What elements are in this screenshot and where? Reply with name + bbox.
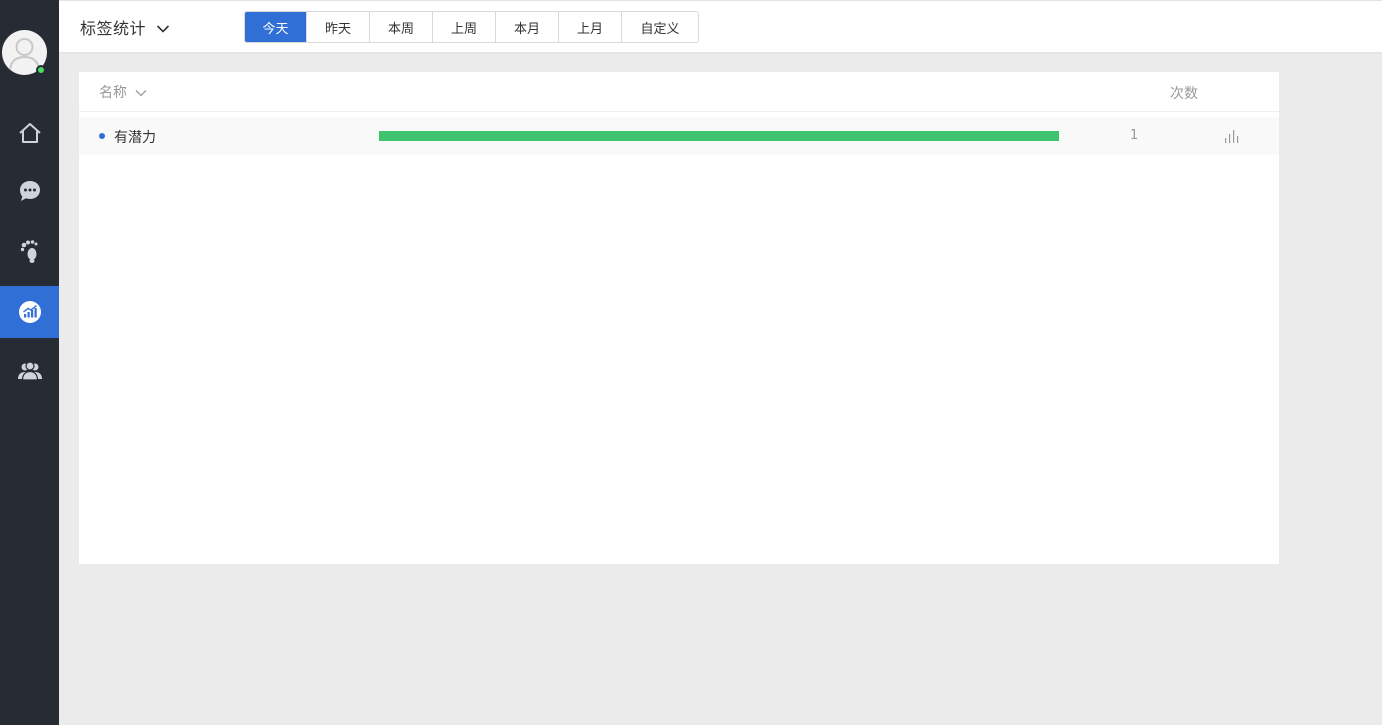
- page-title: 标签统计: [80, 19, 147, 38]
- tab-last-month[interactable]: 上月: [559, 12, 622, 42]
- sort-chevron-icon: [135, 90, 147, 97]
- footprint-icon: [20, 240, 37, 263]
- tab-this-week[interactable]: 本周: [370, 12, 433, 42]
- tag-count: 1: [1130, 128, 1139, 143]
- name-column-header: 名称: [99, 85, 127, 101]
- tab-this-month[interactable]: 本月: [496, 12, 559, 42]
- page-title-dropdown[interactable]: 标签统计: [80, 15, 170, 39]
- chevron-down-icon: [156, 24, 170, 33]
- users-icon: [17, 361, 42, 381]
- date-range-tabs: 今天 昨天 本周 上周 本月 上月 自定义: [244, 11, 699, 43]
- tag-bar-track: [379, 131, 1059, 141]
- tab-today[interactable]: 今天: [245, 12, 307, 42]
- table-header: 名称 次数: [79, 72, 1279, 112]
- tab-custom[interactable]: 自定义: [622, 12, 698, 42]
- sidebar-item-statistics[interactable]: [0, 286, 59, 338]
- chat-bubble-icon: [19, 181, 40, 201]
- sidebar-item-home[interactable]: [0, 107, 59, 159]
- sidebar: [0, 0, 59, 725]
- sidebar-item-footprint[interactable]: [0, 225, 59, 277]
- name-column-sort[interactable]: 名称: [99, 82, 147, 102]
- tag-bullet-icon: [99, 133, 105, 139]
- tag-stats-card: 名称 次数 有潜力 1: [79, 72, 1279, 564]
- tab-last-week[interactable]: 上周: [433, 12, 496, 42]
- tab-yesterday[interactable]: 昨天: [307, 12, 370, 42]
- tag-name: 有潜力: [114, 130, 156, 146]
- online-status-dot: [36, 65, 46, 75]
- sidebar-item-chat[interactable]: [0, 165, 59, 217]
- count-column-header: 次数: [1170, 86, 1198, 102]
- tag-bar: [379, 131, 1059, 141]
- table-row[interactable]: 有潜力 1: [79, 117, 1279, 155]
- bar-chart-icon[interactable]: [1224, 129, 1242, 143]
- home-icon: [18, 123, 41, 143]
- sidebar-item-users[interactable]: [0, 345, 59, 397]
- statistics-icon: [18, 301, 41, 323]
- header-bar: 标签统计 今天 昨天 本周 上周 本月 上月 自定义: [59, 1, 1382, 52]
